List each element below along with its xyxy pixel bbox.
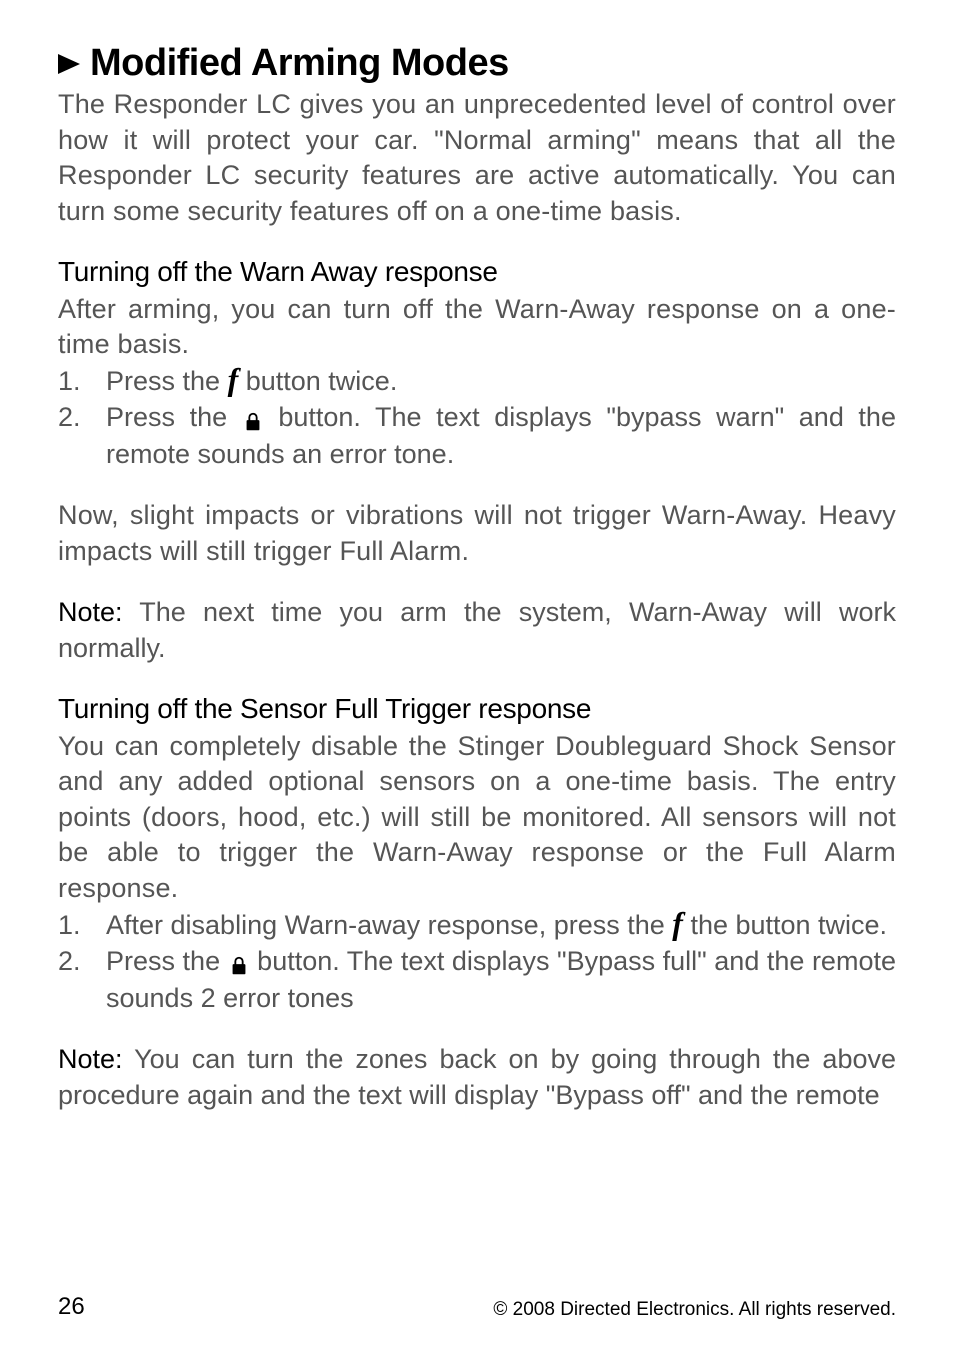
note-label: Note:: [58, 597, 123, 627]
warn-away-after: Now, slight impacts or vibrations will n…: [58, 498, 896, 569]
list-number: 1.: [58, 907, 106, 943]
note-label: Note:: [58, 1044, 123, 1074]
note-sensor-full: Note: You can turn the zones back on by …: [58, 1042, 896, 1113]
list-body: After disabling Warn-away response, pres…: [106, 907, 896, 943]
step-text: Press the: [106, 366, 228, 396]
subheading-sensor-full: Turning off the Sensor Full Trigger resp…: [58, 693, 896, 725]
section-heading: Modified Arming Modes: [58, 42, 896, 85]
list-item: 1. Press the f button twice.: [58, 363, 896, 399]
step-text: the button twice.: [690, 910, 887, 940]
function-icon: f: [672, 911, 683, 937]
step-text: button twice.: [246, 366, 398, 396]
step-text: After disabling Warn-away response, pres…: [106, 910, 672, 940]
list-item: 2. Press the button. The text displays "…: [58, 399, 896, 472]
copyright: © 2008 Directed Electronics. All rights …: [493, 1299, 896, 1321]
list-number: 2.: [58, 399, 106, 472]
list-body: Press the f button twice.: [106, 363, 896, 399]
lock-icon: [242, 406, 264, 428]
lock-icon: [228, 950, 250, 972]
warn-away-steps: 1. Press the f button twice. 2. Press th…: [58, 363, 896, 472]
step-text: Press the: [106, 402, 242, 432]
list-body: Press the button. The text displays "Byp…: [106, 943, 896, 1016]
list-item: 1. After disabling Warn-away response, p…: [58, 907, 896, 943]
list-number: 2.: [58, 943, 106, 1016]
note-warn-away: Note: The next time you arm the system, …: [58, 595, 896, 666]
heading-text: Modified Arming Modes: [90, 42, 509, 85]
warn-away-lead: After arming, you can turn off the Warn-…: [58, 292, 896, 363]
subheading-warn-away: Turning off the Warn Away response: [58, 256, 896, 288]
page-footer: 26 © 2008 Directed Electronics. All righ…: [58, 1293, 896, 1321]
page-number: 26: [58, 1293, 85, 1321]
note-text: The next time you arm the system, Warn-A…: [58, 597, 896, 663]
list-item: 2. Press the button. The text displays "…: [58, 943, 896, 1016]
sensor-full-steps: 1. After disabling Warn-away response, p…: [58, 907, 896, 1016]
list-body: Press the button. The text displays "byp…: [106, 399, 896, 472]
arrow-right-icon: [58, 54, 80, 74]
function-icon: f: [228, 367, 239, 393]
step-text: Press the: [106, 946, 228, 976]
intro-paragraph: The Responder LC gives you an unpreceden…: [58, 87, 896, 230]
list-number: 1.: [58, 363, 106, 399]
sensor-full-lead: You can completely disable the Stinger D…: [58, 729, 896, 907]
note-text: You can turn the zones back on by going …: [58, 1044, 896, 1110]
